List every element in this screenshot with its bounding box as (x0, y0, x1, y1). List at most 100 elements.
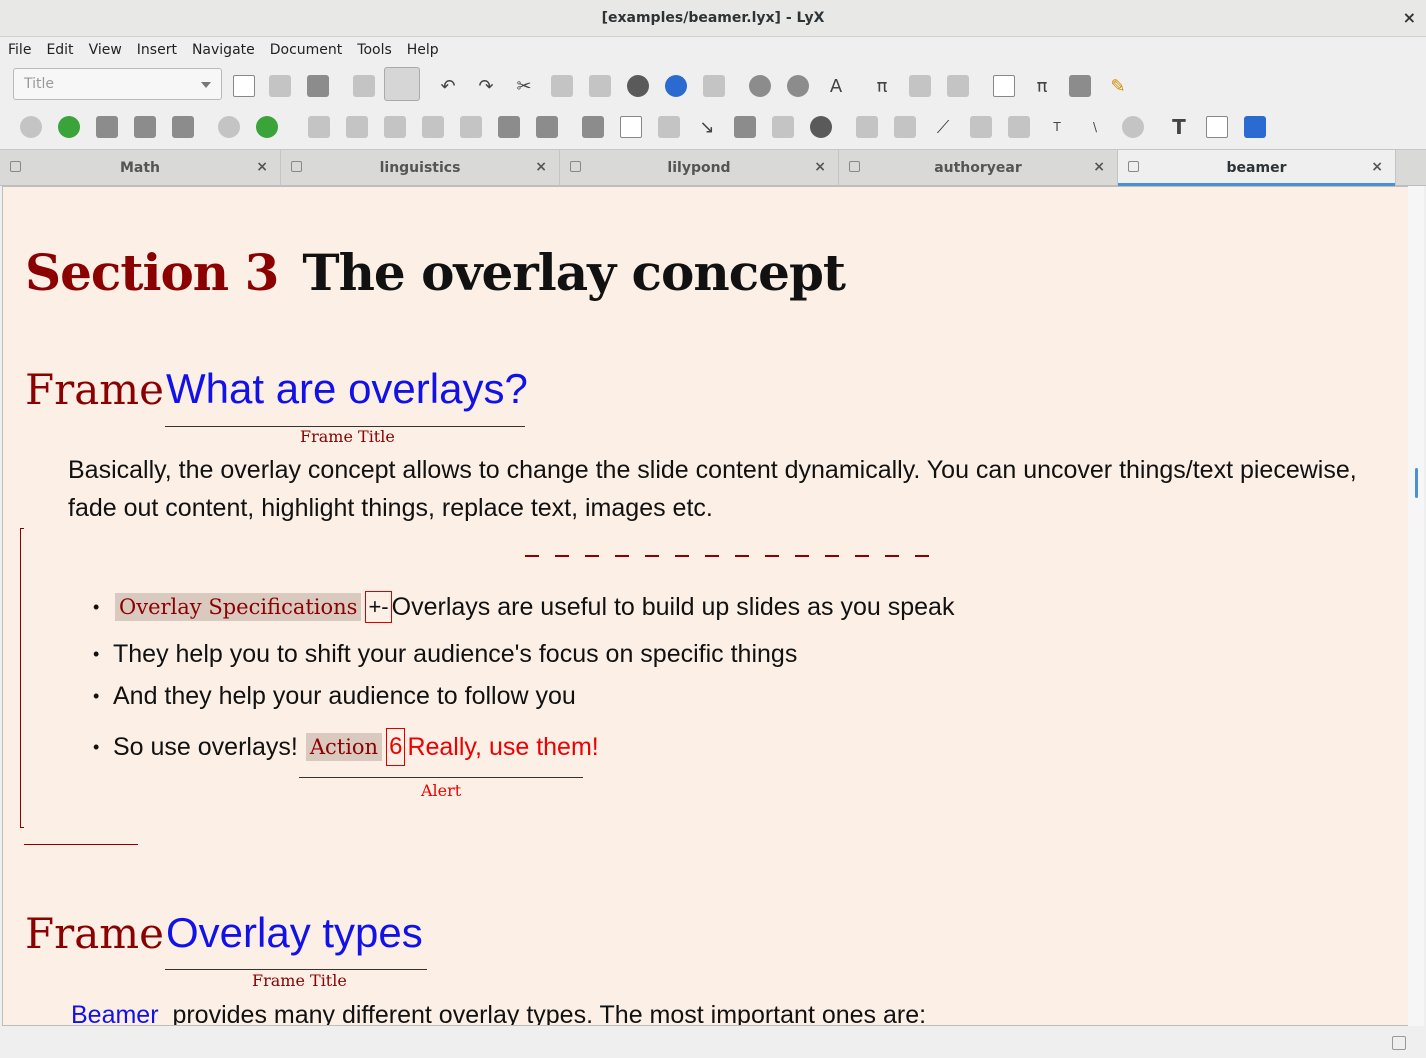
abc-icon[interactable] (1244, 116, 1266, 138)
list-item[interactable]: • So use overlays! Action 6 Really, use … (93, 728, 599, 766)
tex-icon[interactable]: T (1046, 116, 1068, 138)
find-icon[interactable] (627, 75, 649, 97)
overlay-spec-value[interactable]: +- (365, 591, 392, 623)
view-other2-icon[interactable] (134, 116, 156, 138)
insert-table-icon[interactable] (947, 75, 969, 97)
close-tab-icon[interactable]: × (1371, 159, 1383, 175)
list-item[interactable]: • They help you to shift your audience's… (93, 640, 797, 669)
copy-icon[interactable] (551, 75, 573, 97)
clear-icon[interactable] (1008, 116, 1030, 138)
table-icon[interactable] (1069, 75, 1091, 97)
cut-icon[interactable]: ✂ (513, 75, 535, 97)
toc-icon[interactable] (993, 75, 1015, 97)
view-icon[interactable] (20, 116, 42, 138)
lock-icon (10, 161, 21, 172)
label-icon[interactable] (658, 116, 680, 138)
math-pi-icon[interactable]: π (871, 75, 893, 97)
list-item[interactable]: • Overlay Specifications +- Overlays are… (93, 591, 954, 623)
menu-insert[interactable]: Insert (137, 42, 177, 58)
indent-icon[interactable] (498, 116, 520, 138)
document-canvas[interactable]: Section 3 The overlay concept Frame What … (2, 186, 1424, 1026)
tab-beamer[interactable]: beamer × (1118, 150, 1396, 186)
paragraph-line[interactable]: Beamer provides many different overlay t… (71, 1001, 926, 1025)
tab-lilypond[interactable]: lilypond × (560, 150, 839, 186)
intro-paragraph[interactable]: Basically, the overlay concept allows to… (68, 451, 1378, 527)
menu-navigate[interactable]: Navigate (192, 42, 255, 58)
note-icon[interactable] (749, 75, 771, 97)
math-mode-icon[interactable]: π (1031, 75, 1053, 97)
view-master-icon[interactable] (218, 116, 240, 138)
tab-math[interactable]: Math × (0, 150, 281, 186)
index-icon[interactable] (894, 116, 916, 138)
update-master-icon[interactable] (256, 116, 278, 138)
menu-document[interactable]: Document (270, 42, 343, 58)
menu-edit[interactable]: Edit (46, 42, 73, 58)
menu-file[interactable]: File (8, 42, 31, 58)
chevron-down-icon (201, 82, 211, 88)
text-icon[interactable]: T (1168, 115, 1190, 139)
close-tab-icon[interactable]: × (814, 159, 826, 175)
spellcheck-icon[interactable] (353, 75, 375, 97)
edit-icon[interactable]: ⟋ (932, 116, 954, 138)
attachment-icon[interactable] (1122, 116, 1144, 138)
save-icon[interactable] (307, 75, 329, 97)
alert-text[interactable]: Really, use them! (407, 733, 598, 762)
undo-icon[interactable]: ↶ (437, 75, 459, 97)
insert-table2-icon[interactable] (620, 116, 642, 138)
list-item[interactable]: • And they help your audience to follow … (93, 682, 576, 711)
citation-icon[interactable] (810, 116, 832, 138)
insert-image-icon[interactable] (582, 116, 604, 138)
action-label[interactable]: Action (305, 733, 383, 761)
find-replace-icon[interactable] (665, 75, 687, 97)
text-style-icon[interactable]: A (825, 75, 847, 97)
close-window-icon[interactable]: × (1403, 8, 1416, 27)
close-tab-icon[interactable]: × (535, 159, 547, 175)
change-tracking-icon[interactable] (703, 75, 725, 97)
new-document-icon[interactable] (233, 75, 255, 97)
overlay-spec-label[interactable]: Overlay Specifications (115, 593, 362, 621)
insert-graphics-icon[interactable] (909, 75, 931, 97)
itemize-icon[interactable] (384, 116, 406, 138)
foo-icon[interactable]: \ (1084, 116, 1106, 138)
close-tab-icon[interactable]: × (1093, 159, 1105, 175)
textbox-icon[interactable] (1206, 116, 1228, 138)
align-left-icon[interactable] (308, 116, 330, 138)
menu-help[interactable]: Help (407, 42, 439, 58)
bullet-icon: • (93, 596, 100, 617)
marginal-note-icon[interactable] (772, 116, 794, 138)
info-icon[interactable] (787, 75, 809, 97)
bibtex-icon[interactable] (856, 116, 878, 138)
close-tab-icon[interactable]: × (256, 159, 268, 175)
frame-title-inset-label: Frame Title (252, 971, 347, 990)
open-folder-icon[interactable] (269, 75, 291, 97)
export-icon[interactable] (172, 116, 194, 138)
tab-linguistics[interactable]: linguistics × (281, 150, 560, 186)
bullet-icon: • (93, 686, 100, 706)
action-overlay-value[interactable]: 6 (386, 728, 406, 766)
frame-title[interactable]: What are overlays? (166, 365, 528, 413)
menu-view[interactable]: View (89, 42, 122, 58)
frame-title[interactable]: Overlay types (166, 909, 423, 957)
footnote-icon[interactable] (734, 116, 756, 138)
spellcheck-continuous-icon[interactable] (384, 67, 420, 101)
align-right-icon[interactable] (422, 116, 444, 138)
enumerate-icon[interactable] (346, 116, 368, 138)
secondary-toolbar: ↘ ⟋ T \ T (0, 106, 1426, 146)
beamer-link[interactable]: Beamer (71, 1001, 159, 1025)
edit2-icon[interactable] (970, 116, 992, 138)
view-other-icon[interactable] (96, 116, 118, 138)
paste-icon[interactable] (589, 75, 611, 97)
lock-icon (570, 161, 581, 172)
pencil-icon[interactable]: ✎ (1107, 75, 1129, 97)
outdent-icon[interactable] (460, 116, 482, 138)
cross-ref-icon[interactable]: ↘ (696, 116, 718, 138)
scrollbar-thumb[interactable] (1415, 468, 1418, 498)
tab-authoryear[interactable]: authoryear × (839, 150, 1118, 186)
menu-tools[interactable]: Tools (357, 42, 392, 58)
list-icon[interactable] (536, 116, 558, 138)
layout-select[interactable]: Title (13, 68, 222, 100)
section-heading: Section 3 The overlay concept (25, 243, 846, 302)
update-icon[interactable] (58, 116, 80, 138)
vertical-scrollbar[interactable] (1408, 186, 1424, 1026)
redo-icon[interactable]: ↷ (475, 75, 497, 97)
